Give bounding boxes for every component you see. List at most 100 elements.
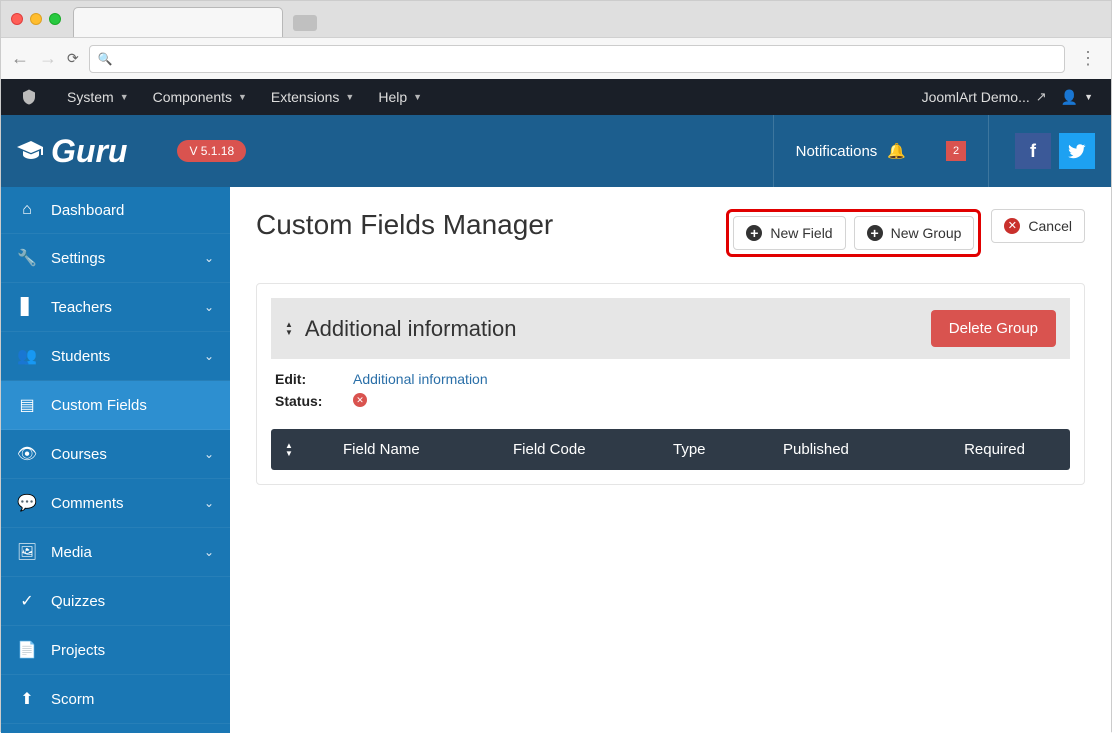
sort-column-icon[interactable]: ▲▼ bbox=[285, 442, 343, 458]
group-meta: Edit: Additional information Status: ✕ bbox=[271, 371, 1070, 429]
wrench-icon: 🔧 bbox=[17, 248, 37, 268]
reload-button[interactable]: ⟳ bbox=[67, 50, 79, 67]
sidebar-item-quizzes[interactable]: ✓Quizzes bbox=[1, 577, 230, 626]
maximize-window-icon[interactable] bbox=[49, 13, 61, 25]
sidebar-item-label: Projects bbox=[51, 642, 105, 659]
close-window-icon[interactable] bbox=[11, 13, 23, 25]
home-icon: ⌂ bbox=[17, 201, 37, 219]
plus-icon: + bbox=[746, 225, 762, 241]
new-field-button[interactable]: + New Field bbox=[733, 216, 845, 250]
button-label: Cancel bbox=[1028, 218, 1072, 234]
sidebar-item-label: Scorm bbox=[51, 691, 94, 708]
chevron-down-icon: ⌄ bbox=[204, 496, 214, 510]
edit-label: Edit: bbox=[275, 371, 333, 387]
sidebar-item-settings[interactable]: 🔧Settings⌄ bbox=[1, 234, 230, 283]
document-icon: 📄 bbox=[17, 640, 37, 660]
column-published[interactable]: Published bbox=[783, 441, 933, 458]
notifications-count-badge: 2 bbox=[946, 141, 966, 161]
chat-icon: 💬 bbox=[17, 493, 37, 513]
menu-help[interactable]: Help ▼ bbox=[368, 81, 432, 113]
twitter-button[interactable] bbox=[1059, 133, 1095, 169]
cancel-button[interactable]: ✕ Cancel bbox=[991, 209, 1085, 243]
plus-icon: + bbox=[867, 225, 883, 241]
column-field-name[interactable]: Field Name bbox=[343, 441, 513, 458]
menu-label: Help bbox=[378, 89, 407, 105]
chevron-down-icon: ⌄ bbox=[204, 545, 214, 559]
button-label: New Field bbox=[770, 225, 832, 241]
admin-top-bar: System▼ Components▼ Extensions▼ Help▼ Jo… bbox=[1, 79, 1111, 115]
sidebar-item-comments[interactable]: 💬 Comments ⌄ bbox=[1, 479, 230, 528]
sidebar-item-label: Students bbox=[51, 348, 110, 365]
fields-panel: ▲▼ Additional information Delete Group E… bbox=[256, 283, 1085, 485]
menu-label: System bbox=[67, 89, 114, 105]
menu-extensions[interactable]: Extensions▼ bbox=[261, 81, 364, 113]
menu-label: Components bbox=[153, 89, 232, 105]
menu-components[interactable]: Components ▼ bbox=[143, 81, 257, 113]
facebook-button[interactable]: f bbox=[1015, 133, 1051, 169]
joomla-logo-icon[interactable] bbox=[1, 88, 57, 106]
sidebar-item-media[interactable]: 🖼 Media ⌄ bbox=[1, 528, 230, 577]
group-title: Additional information bbox=[305, 316, 517, 342]
browser-menu-icon[interactable]: ⋮ bbox=[1075, 48, 1101, 69]
notifications-label: Notifications bbox=[796, 143, 878, 160]
sidebar-item-label: Custom Fields bbox=[51, 397, 147, 414]
app-name: Guru bbox=[51, 133, 127, 170]
minimize-window-icon[interactable] bbox=[30, 13, 42, 25]
chevron-down-icon: ⌄ bbox=[204, 447, 214, 461]
forward-button[interactable]: → bbox=[39, 48, 57, 69]
delete-group-button[interactable]: Delete Group bbox=[931, 310, 1056, 347]
sidebar-item-scorm[interactable]: ⬆Scorm bbox=[1, 675, 230, 724]
caret-down-icon: ▼ bbox=[413, 92, 422, 102]
column-type[interactable]: Type bbox=[673, 441, 783, 458]
sidebar-item-courses[interactable]: 👁Courses⌄ bbox=[1, 430, 230, 479]
sort-handle-icon[interactable]: ▲▼ bbox=[285, 321, 293, 337]
grid-icon: ▤ bbox=[17, 395, 37, 415]
check-icon: ✓ bbox=[17, 591, 37, 611]
site-link[interactable]: JoomlArt Demo...↗ bbox=[922, 89, 1047, 105]
app-logo[interactable]: Guru bbox=[15, 133, 127, 170]
sidebar-item-label: Settings bbox=[51, 250, 105, 267]
main-content: Custom Fields Manager + New Field + New Gr… bbox=[230, 187, 1111, 733]
sidebar-item-projects[interactable]: 📄 Projects bbox=[1, 626, 230, 675]
new-tab-button[interactable] bbox=[293, 15, 317, 31]
sidebar-item-label: Media bbox=[51, 544, 92, 561]
sidebar-item-dashboard[interactable]: ⌂ Dashboard bbox=[1, 187, 230, 234]
caret-down-icon: ▼ bbox=[238, 92, 247, 102]
menu-system[interactable]: System▼ bbox=[57, 81, 139, 113]
user-menu[interactable]: 👤▼ bbox=[1061, 89, 1093, 106]
browser-chrome: ← → ⟳ 🔍 ⋮ bbox=[1, 1, 1111, 79]
eye-icon: 👁 bbox=[17, 444, 37, 464]
page-title: Custom Fields Manager bbox=[256, 209, 553, 241]
sidebar-item-label: Dashboard bbox=[51, 202, 124, 219]
back-button[interactable]: ← bbox=[11, 48, 29, 69]
browser-tab[interactable] bbox=[73, 7, 283, 37]
cancel-icon: ✕ bbox=[1004, 218, 1020, 234]
edit-group-link[interactable]: Additional information bbox=[353, 371, 488, 387]
sidebar-item-students[interactable]: 👥Students⌄ bbox=[1, 332, 230, 381]
users-icon: 👥 bbox=[17, 346, 37, 366]
page-toolbar: + New Field + New Group ✕ Cancel bbox=[726, 209, 1085, 257]
chevron-down-icon: ⌄ bbox=[204, 300, 214, 314]
notifications-button[interactable]: Notifications 🔔 2 bbox=[773, 115, 988, 187]
sidebar-item-label: Teachers bbox=[51, 299, 112, 316]
status-label: Status: bbox=[275, 393, 333, 409]
image-icon: 🖼 bbox=[17, 542, 37, 562]
address-bar[interactable]: 🔍 bbox=[89, 45, 1065, 73]
sidebar-item-custom-fields[interactable]: ▤ Custom Fields bbox=[1, 381, 230, 430]
new-group-button[interactable]: + New Group bbox=[854, 216, 975, 250]
column-field-code[interactable]: Field Code bbox=[513, 441, 673, 458]
button-label: New Group bbox=[891, 225, 962, 241]
version-badge: V 5.1.18 bbox=[177, 140, 246, 162]
sidebar-nav: ⌂ Dashboard 🔧 Settings ⌄ ▋ Teachers ⌄ 👥 Studen… bbox=[1, 187, 230, 733]
user-icon: 👤 bbox=[1061, 89, 1078, 106]
sidebar-item-label: Comments bbox=[51, 495, 124, 512]
graduation-cap-icon bbox=[15, 139, 47, 163]
book-icon: ▋ bbox=[17, 297, 37, 317]
highlighted-actions: + New Field + New Group bbox=[726, 209, 981, 257]
caret-down-icon: ▼ bbox=[1084, 92, 1093, 102]
column-required[interactable]: Required bbox=[933, 441, 1056, 458]
table-header: ▲▼ Field Name Field Code Type Published … bbox=[271, 429, 1070, 470]
status-unpublished-icon[interactable]: ✕ bbox=[353, 393, 367, 407]
sidebar-item-teachers[interactable]: ▋ Teachers ⌄ bbox=[1, 283, 230, 332]
bell-icon: 🔔 bbox=[887, 142, 906, 160]
